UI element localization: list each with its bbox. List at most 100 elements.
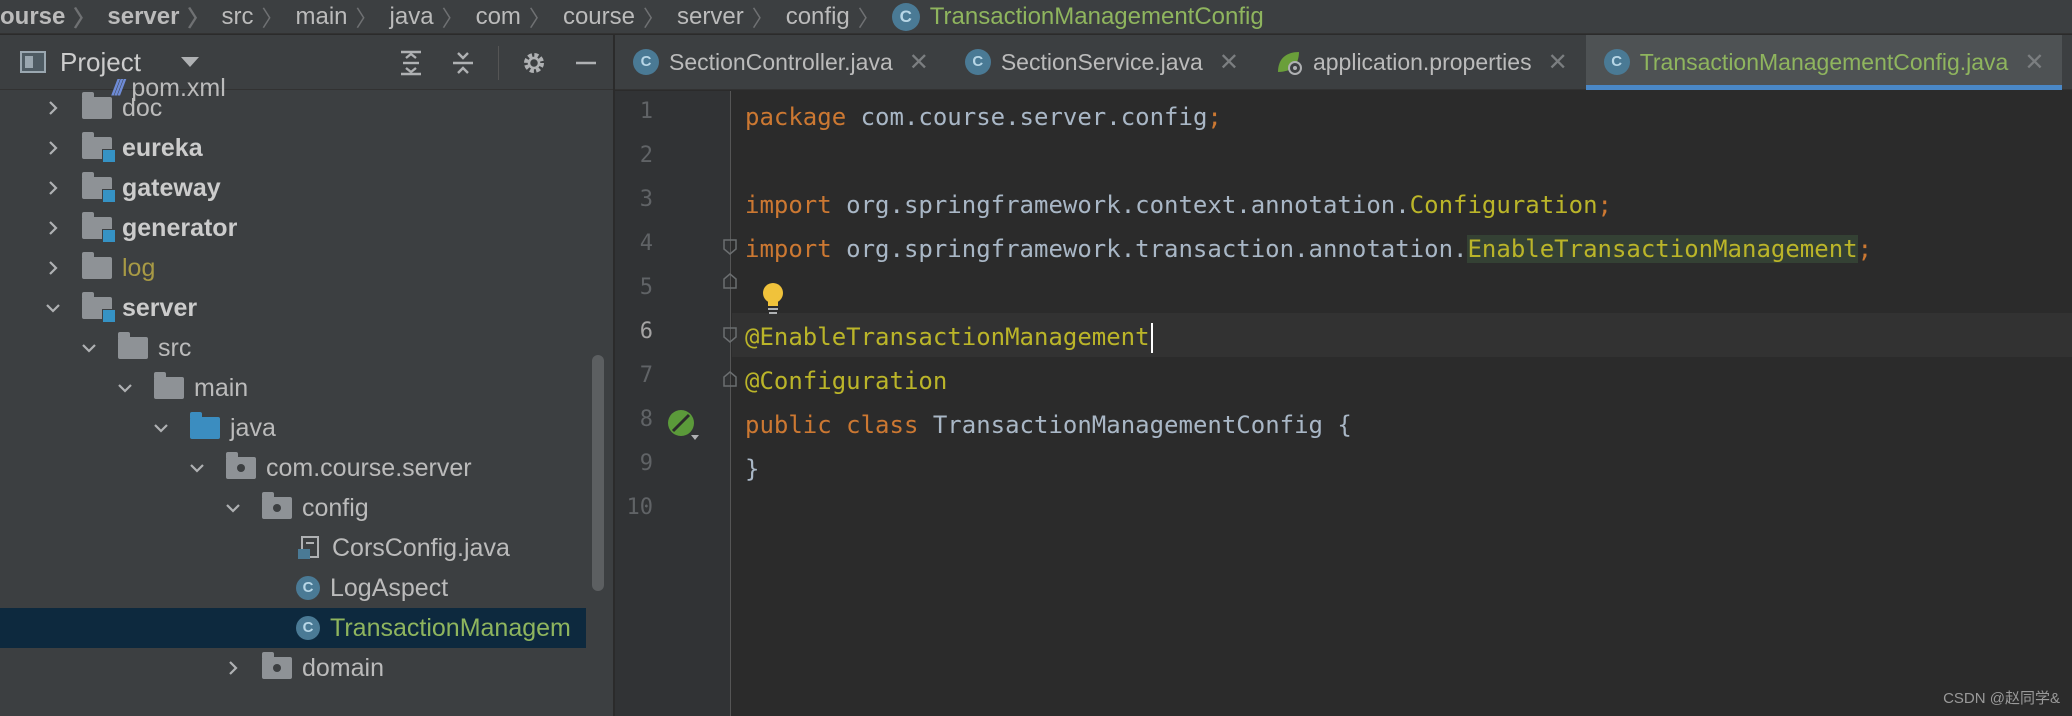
- chevron-right-icon[interactable]: [42, 97, 64, 119]
- tree-item-src[interactable]: src: [0, 328, 586, 368]
- breadcrumb-item[interactable]: main 〉: [295, 1, 389, 33]
- tree-item-transactionmanagementconfig[interactable]: C TransactionManagem: [0, 608, 586, 648]
- module-folder-icon: [82, 132, 116, 163]
- tab-label: SectionService.java: [1000, 48, 1203, 75]
- tree-item-label: java: [230, 413, 276, 442]
- tab-sectioncontroller[interactable]: C SectionController.java ✕: [615, 35, 947, 89]
- tree-item-label: src: [158, 333, 192, 362]
- chevron-right-icon[interactable]: [42, 257, 64, 279]
- line-number: 1: [639, 99, 653, 124]
- tree-item-label: TransactionManagem: [330, 613, 571, 642]
- line-number: 4: [639, 231, 653, 256]
- tab-sectionservice[interactable]: C SectionService.java ✕: [947, 35, 1257, 89]
- close-icon[interactable]: ✕: [1219, 48, 1239, 77]
- breadcrumb-item[interactable]: server 〉: [677, 1, 786, 33]
- line-number: 8: [639, 407, 653, 432]
- tab-label: TransactionManagementConfig.java: [1639, 48, 2009, 75]
- code-line-8[interactable]: public class TransactionManagementConfig…: [745, 403, 1352, 447]
- breadcrumb-current[interactable]: C TransactionManagementConfig: [891, 2, 1264, 31]
- chevron-down-icon[interactable]: [186, 457, 208, 479]
- tree-item-logaspect[interactable]: C LogAspect: [0, 568, 586, 608]
- folder-icon: [118, 332, 148, 359]
- class-c-icon: C: [296, 576, 320, 600]
- breadcrumb-item[interactable]: com 〉: [476, 1, 563, 33]
- breadcrumb-item[interactable]: course 〉: [563, 1, 677, 33]
- editor-tab-bar: C SectionController.java ✕ C SectionServ…: [615, 35, 2072, 90]
- lightbulb-icon[interactable]: [760, 281, 786, 315]
- tab-label: SectionController.java: [669, 48, 893, 75]
- tree-item-corsconfig[interactable]: CorsConfig.java: [0, 528, 586, 568]
- text-caret: [1150, 323, 1153, 353]
- project-panel: Project /// pom.xml doc eureka gateway g…: [0, 35, 614, 716]
- code-line-6[interactable]: @EnableTransactionManagement: [745, 315, 1153, 359]
- code-line-3[interactable]: import org.springframework.context.annot…: [745, 183, 1612, 227]
- chevron-right-icon[interactable]: [42, 177, 64, 199]
- chevron-right-icon[interactable]: [222, 657, 244, 679]
- tree-item-server[interactable]: server: [0, 288, 586, 328]
- tree-item-java[interactable]: java: [0, 408, 586, 448]
- chevron-down-icon[interactable]: [78, 337, 100, 359]
- tree-item-generator[interactable]: generator: [0, 208, 586, 248]
- project-scrollbar[interactable]: [588, 355, 606, 595]
- tree-item-label: LogAspect: [330, 573, 449, 602]
- source-folder-icon: [190, 412, 220, 439]
- tree-item-label: domain: [302, 653, 384, 682]
- close-icon[interactable]: ✕: [909, 48, 929, 77]
- tree-item-label: gateway: [122, 173, 221, 202]
- tree-item-label: server: [122, 293, 198, 322]
- tree-item-label: doc: [122, 93, 163, 122]
- breadcrumb-item[interactable]: java 〉: [390, 1, 476, 33]
- tree-item-label: generator: [122, 213, 238, 242]
- breadcrumb-item[interactable]: src 〉: [221, 1, 295, 33]
- class-c-icon: C: [296, 616, 320, 640]
- tree-item-config[interactable]: config: [0, 488, 586, 528]
- code-line-1[interactable]: package com.course.server.config;: [745, 95, 1222, 139]
- fold-marker-icon[interactable]: [723, 371, 737, 387]
- line-number: 2: [639, 143, 653, 168]
- tree-item-eureka[interactable]: eureka: [0, 128, 586, 168]
- tree-item-label: CorsConfig.java: [332, 533, 510, 562]
- tree-item-label: main: [194, 373, 249, 402]
- code-line-7[interactable]: @Configuration: [745, 359, 947, 403]
- breadcrumb-item[interactable]: server 〉: [107, 1, 221, 33]
- editor-gutter[interactable]: 1 2 3 4 5 6 7 8 9 10: [615, 91, 731, 716]
- scrollbar-thumb[interactable]: [592, 355, 604, 591]
- fold-marker-icon[interactable]: [723, 273, 737, 289]
- chevron-down-icon[interactable]: [42, 297, 64, 319]
- tree-item-gateway[interactable]: gateway: [0, 168, 586, 208]
- code-line-9[interactable]: }: [745, 447, 759, 491]
- spring-bean-gutter-icon[interactable]: [665, 407, 701, 443]
- package-icon: [226, 452, 256, 479]
- breadcrumb-item[interactable]: ourse 〉: [0, 1, 107, 33]
- chevron-down-icon[interactable]: [180, 57, 199, 67]
- module-folder-icon: [82, 212, 116, 243]
- java-file-icon: [296, 535, 322, 561]
- tree-item-main[interactable]: main: [0, 368, 586, 408]
- tab-transactionmanagementconfig[interactable]: C TransactionManagementConfig.java ✕: [1585, 35, 2063, 90]
- class-c-icon: C: [633, 49, 659, 75]
- chevron-down-icon[interactable]: [114, 377, 136, 399]
- line-number: 10: [626, 495, 654, 520]
- chevron-down-icon[interactable]: [222, 497, 244, 519]
- breadcrumb-item[interactable]: config 〉: [786, 1, 892, 33]
- chevron-down-icon[interactable]: [150, 417, 172, 439]
- close-icon[interactable]: ✕: [1548, 48, 1568, 77]
- chevron-right-icon[interactable]: [42, 137, 64, 159]
- spring-leaf-icon: [1275, 48, 1303, 76]
- module-folder-icon: [82, 292, 116, 323]
- chevron-right-icon[interactable]: [42, 217, 64, 239]
- tree-item-label: com.course.server: [266, 453, 472, 482]
- code-line-4[interactable]: import org.springframework.transaction.a…: [745, 227, 1872, 271]
- fold-marker-icon[interactable]: [723, 327, 737, 343]
- line-number-current: 6: [639, 319, 653, 344]
- code-editor[interactable]: 1 2 3 4 5 6 7 8 9 10 package com.course.…: [615, 91, 2072, 716]
- tree-item-log[interactable]: log: [0, 248, 586, 288]
- tree-item-com-course-server[interactable]: com.course.server: [0, 448, 586, 488]
- line-number: 5: [639, 275, 653, 300]
- tab-application-properties[interactable]: application.properties ✕: [1257, 35, 1586, 89]
- tree-item-domain[interactable]: domain: [0, 648, 586, 688]
- fold-marker-icon[interactable]: [723, 239, 737, 255]
- close-icon[interactable]: ✕: [2024, 48, 2044, 77]
- folder-icon: [82, 252, 112, 279]
- tree-item-doc[interactable]: doc: [0, 88, 586, 128]
